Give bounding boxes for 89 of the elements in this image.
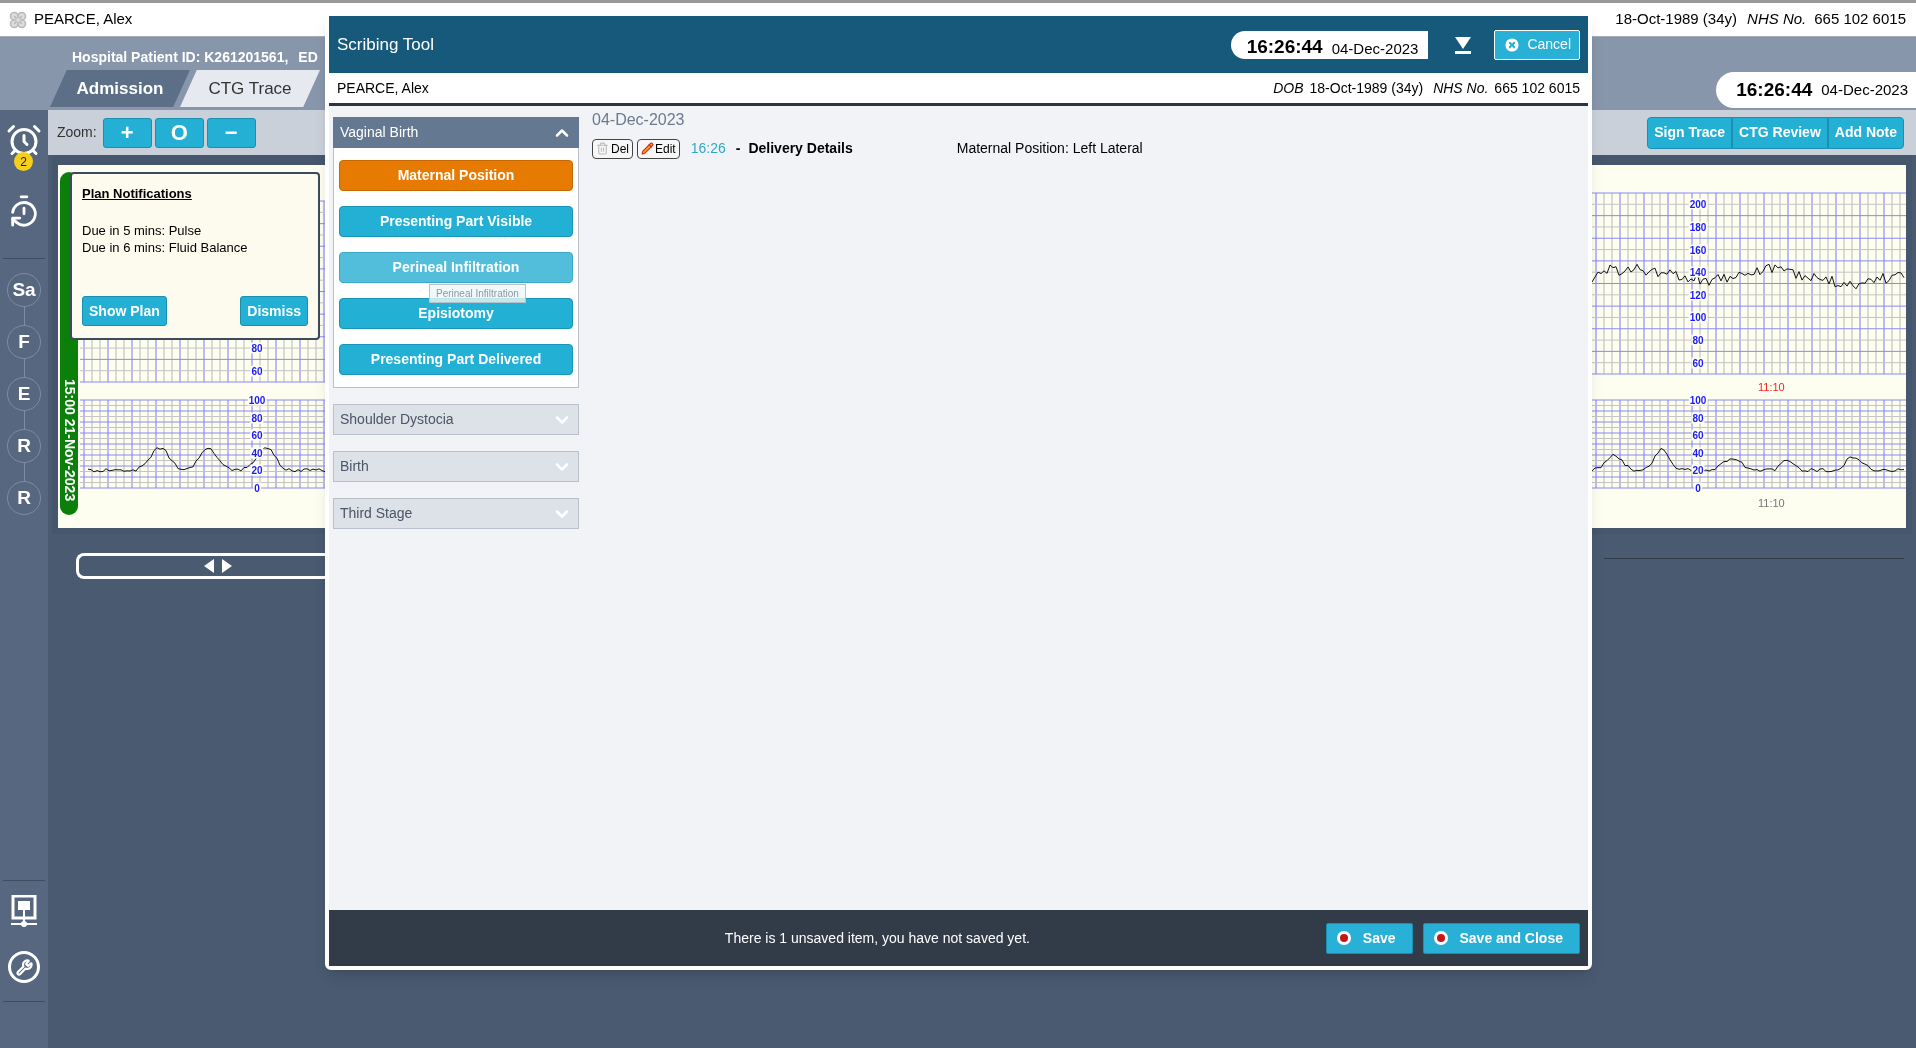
axis-label: 20 xyxy=(250,464,264,476)
entry-time: 16:26 xyxy=(690,139,726,158)
record-dot-icon xyxy=(1433,931,1448,945)
clock-date: 04-Dec-2023 xyxy=(1331,40,1419,56)
entry-dash: - xyxy=(735,139,741,158)
zoom-button[interactable]: + xyxy=(102,117,152,148)
dialog-title: Scribing Tool xyxy=(337,33,435,56)
clock-time: 16:26:44 xyxy=(1246,36,1323,56)
axis-label: 100 xyxy=(247,394,267,406)
action-button[interactable]: Presenting Part Delivered xyxy=(339,344,573,375)
time-marker: 11:10 xyxy=(1758,495,1785,511)
flower-icon xyxy=(8,9,28,30)
axis-label: 200 xyxy=(1688,198,1708,210)
action-button[interactable]: Episiotomy xyxy=(339,298,573,329)
alarm-clock-icon[interactable] xyxy=(6,122,42,158)
network-icon[interactable] xyxy=(9,895,39,929)
save-button[interactable]: Save xyxy=(1325,922,1413,954)
axis-label: 100 xyxy=(1688,311,1708,323)
dob-value: 18-Oct-1989 (34y) xyxy=(1309,78,1424,98)
axis-label: 0 xyxy=(253,482,261,494)
delete-button[interactable]: Del xyxy=(592,138,633,159)
axis-label: 80 xyxy=(250,342,264,354)
record-dot-icon xyxy=(1336,931,1351,945)
entry-detail: Maternal Position: Left Lateral xyxy=(956,139,1143,158)
axis-label: 100 xyxy=(1688,394,1708,406)
axis-label: 40 xyxy=(250,447,264,459)
toolbar-action-button[interactable]: Add Note xyxy=(1827,116,1904,149)
show-plan-button[interactable]: Show Plan xyxy=(82,296,167,326)
axis-label: 60 xyxy=(250,365,264,377)
time-marker: 11:10 xyxy=(1758,379,1785,395)
timeline-scroller[interactable] xyxy=(76,553,325,579)
axis-label: 20 xyxy=(1691,464,1705,476)
axis-label: 120 xyxy=(1688,289,1708,301)
nhs-number: 665 102 6015 xyxy=(1814,9,1906,30)
notification-badge: 2 xyxy=(14,152,33,171)
clock-time: 16:26:44 xyxy=(1736,77,1813,102)
close-icon xyxy=(1503,35,1522,54)
section-header[interactable]: Birth xyxy=(333,451,579,482)
dob-value: 18-Oct-1989 (34y) xyxy=(1615,9,1738,30)
dismiss-button[interactable]: Dismiss xyxy=(240,296,308,326)
action-button[interactable]: Presenting Part Visible xyxy=(339,206,573,237)
patient-id: Hospital Patient ID: K261201561, ED xyxy=(72,48,318,67)
patient-name: PEARCE, Alex xyxy=(34,9,133,30)
axis-label: 180 xyxy=(1688,221,1708,233)
axis-label: 0 xyxy=(1694,482,1702,494)
entry-title: Delivery Details xyxy=(748,139,853,158)
dob-label: DOB xyxy=(1273,78,1304,98)
axis-label: 80 xyxy=(250,412,264,424)
edit-button[interactable]: Edit xyxy=(637,138,680,159)
section-header[interactable]: Vaginal Birth xyxy=(333,117,579,148)
cancel-button[interactable]: Cancel xyxy=(1494,29,1580,60)
save-and-close-button[interactable]: Save and Close xyxy=(1422,922,1580,954)
axis-label: 60 xyxy=(1691,429,1705,441)
unsaved-message: There is 1 unsaved item, you have not saved yet. xyxy=(724,928,1030,948)
axis-label: 60 xyxy=(1691,357,1705,369)
axis-label: 140 xyxy=(1688,266,1708,278)
tab[interactable]: CTG Trace xyxy=(180,70,320,107)
entries-date: 04-Dec-2023 xyxy=(592,110,686,130)
axis-label: 40 xyxy=(1691,447,1705,459)
tab[interactable]: Admission xyxy=(50,70,190,107)
nhs-label: NHS No. xyxy=(1747,9,1807,30)
patient-name: PEARCE, Alex xyxy=(337,78,429,98)
wrench-icon[interactable] xyxy=(8,951,40,983)
left-arrow-icon[interactable] xyxy=(204,559,214,573)
action-button[interactable]: Perineal Infiltration xyxy=(339,252,573,283)
notification-text: Due in 6 mins: Fluid Balance xyxy=(82,238,249,256)
nhs-number: 665 102 6015 xyxy=(1494,78,1580,98)
connection-label: 15:00 21-Nov-2023 xyxy=(60,378,79,501)
clock-date: 04-Dec-2023 xyxy=(1821,79,1908,100)
section-header[interactable]: Shoulder Dystocia xyxy=(333,404,579,435)
zoom-button[interactable]: O xyxy=(154,117,204,148)
axis-label: 80 xyxy=(1691,334,1705,346)
popup-title: Plan Notifications xyxy=(82,185,193,203)
trash-icon xyxy=(596,142,609,155)
zoom-label: Zoom: xyxy=(57,123,97,142)
nhs-label: NHS No. xyxy=(1433,78,1489,98)
action-button[interactable]: Maternal Position xyxy=(339,160,573,191)
axis-label: 80 xyxy=(1691,412,1705,424)
notification-text: Due in 5 mins: Pulse xyxy=(82,221,203,239)
pencil-icon xyxy=(641,142,654,155)
funnel-icon[interactable] xyxy=(1454,34,1473,55)
section-header[interactable]: Third Stage xyxy=(333,498,579,529)
axis-label: 160 xyxy=(1688,244,1708,256)
right-arrow-icon[interactable] xyxy=(222,559,232,573)
tooltip: Perineal Infiltration xyxy=(429,284,526,303)
toolbar-action-button[interactable]: CTG Review xyxy=(1732,116,1828,149)
zoom-button[interactable]: − xyxy=(206,117,256,148)
toolbar-action-button[interactable]: Sign Trace xyxy=(1647,116,1733,149)
axis-label: 60 xyxy=(250,429,264,441)
